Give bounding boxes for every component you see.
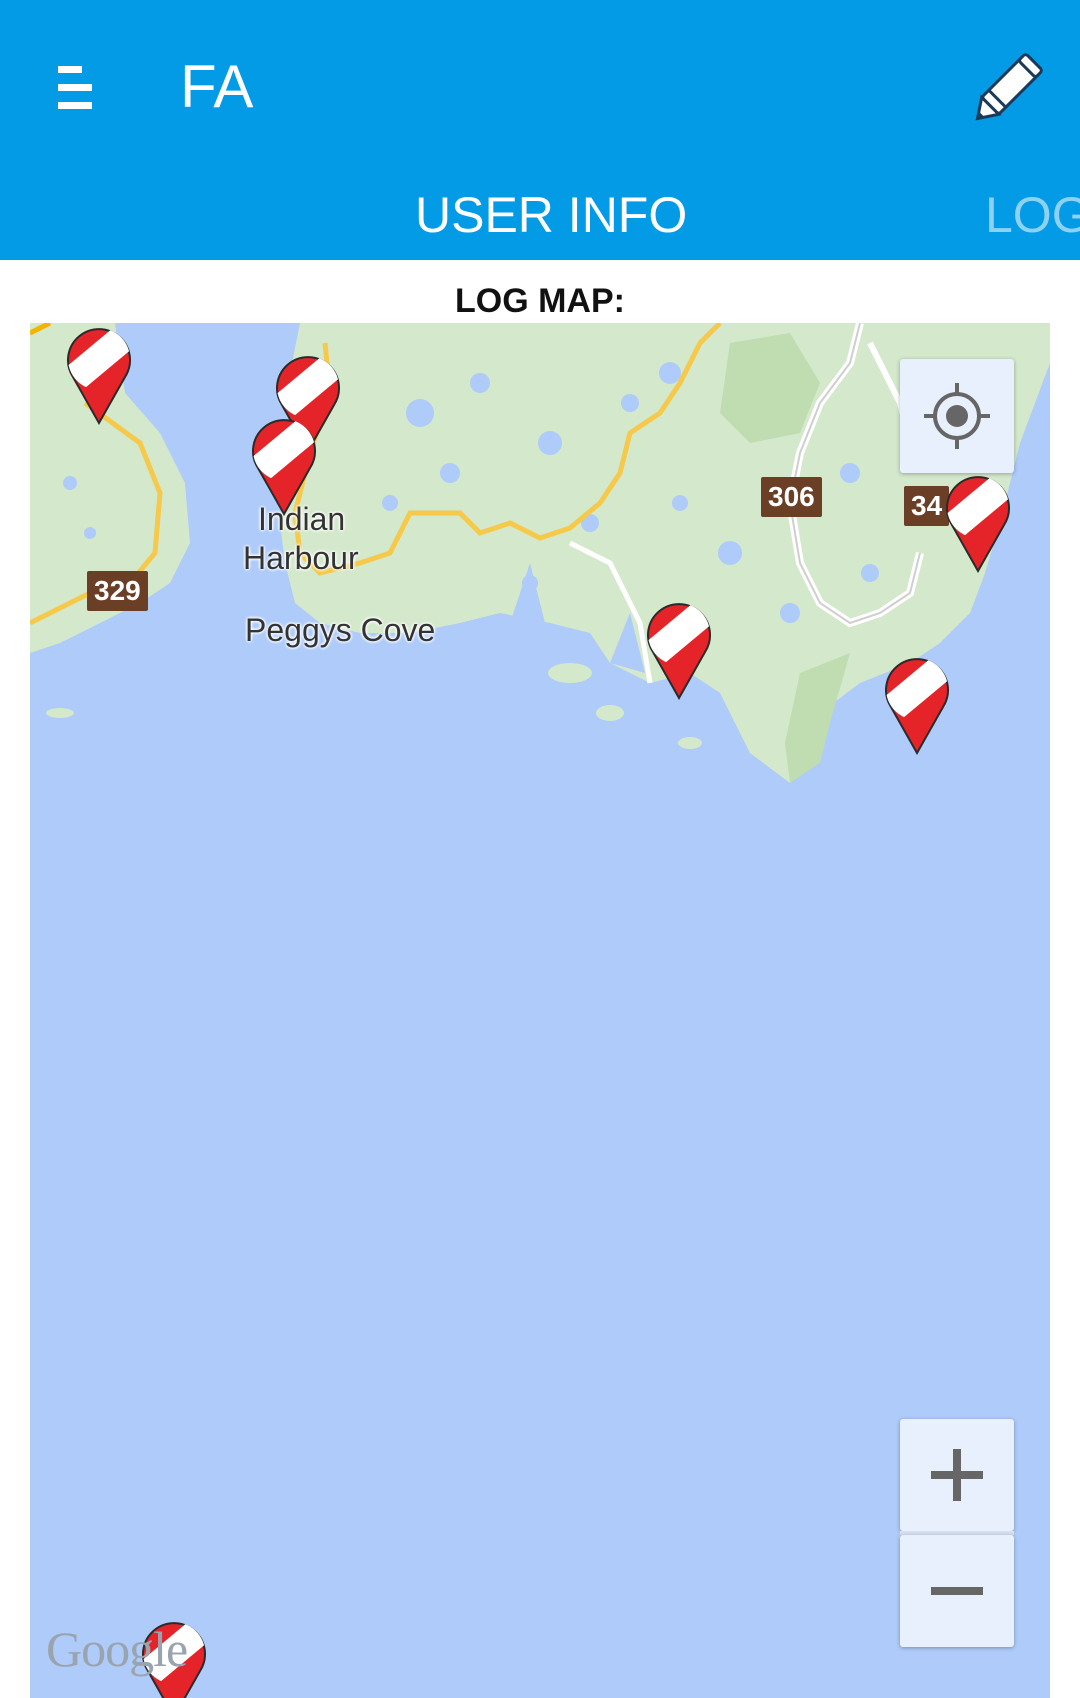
dive-flag-marker-icon[interactable] — [882, 655, 952, 756]
minus-icon — [931, 1587, 983, 1595]
zoom-in-button[interactable] — [900, 1419, 1014, 1531]
route-shield-306: 306 — [761, 477, 822, 517]
tab-user-info[interactable]: USER INFO — [415, 186, 687, 244]
log-map-title: LOG MAP: — [455, 282, 625, 320]
dive-flag-marker-icon[interactable] — [943, 473, 1013, 574]
app-bar: FA USER INFO LOG — [0, 0, 1080, 260]
log-map[interactable]: Indian Harbour Peggys Cove 329 306 34 Go… — [30, 323, 1050, 1698]
my-location-button[interactable] — [900, 359, 1014, 473]
dive-flag-marker-icon[interactable] — [64, 325, 134, 426]
dive-flag-marker-icon[interactable] — [249, 416, 319, 517]
tab-log[interactable]: LOG — [985, 186, 1080, 244]
my-location-icon — [924, 383, 990, 449]
pencil-icon[interactable] — [960, 36, 1060, 136]
place-label-peggys-cove: Peggys Cove — [245, 612, 436, 648]
google-attribution: Google — [46, 1621, 188, 1677]
zoom-out-button[interactable] — [900, 1535, 1014, 1647]
map-land-layer — [30, 323, 1050, 783]
hamburger-menu-icon[interactable] — [50, 58, 100, 118]
dive-flag-marker-icon[interactable] — [644, 600, 714, 701]
plus-icon — [931, 1449, 983, 1501]
place-label-harbour: Harbour — [243, 540, 359, 576]
app-title: FA — [180, 53, 254, 120]
route-shield-329: 329 — [87, 571, 148, 611]
